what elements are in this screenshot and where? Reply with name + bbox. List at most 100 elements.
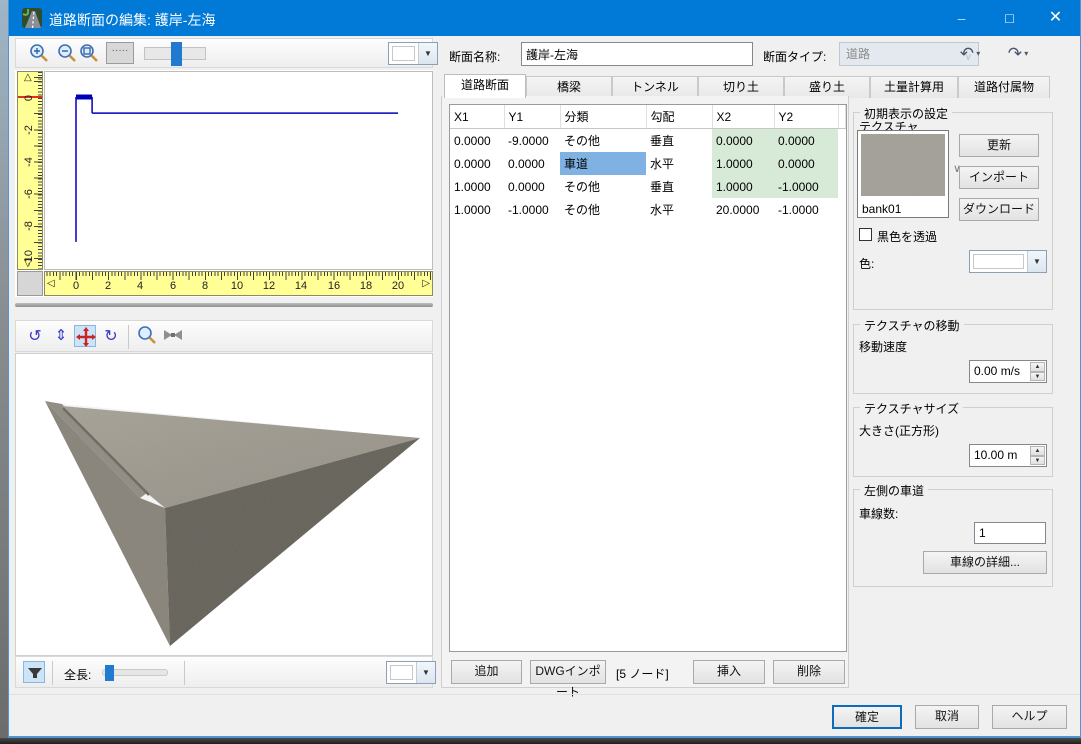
- tab-road-accessories[interactable]: 道路付属物: [958, 76, 1050, 98]
- zoom-out-button[interactable]: [56, 42, 78, 64]
- view3d-bg-color-combo[interactable]: ▼: [386, 661, 436, 684]
- spin-up-icon[interactable]: ▲: [1030, 446, 1045, 456]
- cell-y1[interactable]: -1.0000: [504, 198, 560, 221]
- undo-button[interactable]: ↶ ▾: [952, 42, 988, 66]
- pan-button[interactable]: [74, 325, 96, 347]
- cell-y1[interactable]: 0.0000: [504, 152, 560, 175]
- scroll-right-arrow-icon[interactable]: ▷: [422, 278, 430, 289]
- delete-button[interactable]: 削除: [773, 660, 845, 684]
- tab-bridge[interactable]: 橋梁: [526, 76, 612, 98]
- camera-view-button[interactable]: [162, 324, 184, 346]
- section-name-input[interactable]: [521, 42, 753, 66]
- add-button[interactable]: 追加: [451, 660, 522, 684]
- minimize-button[interactable]: –: [939, 0, 984, 36]
- cell-slope[interactable]: 垂直: [646, 175, 712, 198]
- insert-button[interactable]: 挿入: [693, 660, 765, 684]
- zoom-3d-button[interactable]: [136, 324, 158, 346]
- grid-dots-toggle[interactable]: ·····: [106, 42, 134, 64]
- cell-x1[interactable]: 1.0000: [450, 198, 504, 221]
- rotate-horizontal-button[interactable]: ↺: [24, 326, 46, 348]
- texture-preview-frame[interactable]: bank01: [857, 130, 949, 218]
- move-speed-spinner[interactable]: 0.00 m/s ▲▼: [969, 360, 1047, 383]
- tab-earthwork[interactable]: 土量計算用: [870, 76, 958, 98]
- length-slider-thumb[interactable]: [105, 665, 114, 681]
- funnel-view-button[interactable]: [23, 661, 45, 683]
- profile-2d-view[interactable]: △ 0 -2 -4 -6 -8 -10 ▽ ◁ 0 2 4 6 8 10 12 …: [15, 70, 433, 297]
- cell-class[interactable]: その他: [560, 198, 646, 221]
- tilt-vertical-button[interactable]: ⇕: [50, 326, 72, 348]
- cell-class[interactable]: その他: [560, 129, 646, 153]
- tab-fill[interactable]: 盛り土: [784, 76, 870, 98]
- cancel-button[interactable]: 取消: [915, 705, 979, 729]
- node-count-label: [5 ノード]: [616, 665, 669, 682]
- scroll-left-arrow-icon[interactable]: ◁: [47, 278, 55, 289]
- cell-class[interactable]: その他: [560, 175, 646, 198]
- spin-down-icon[interactable]: ▼: [1030, 456, 1045, 466]
- table-row[interactable]: 0.0000 -9.0000 その他 垂直 0.0000 0.0000: [450, 129, 846, 153]
- horizontal-ruler[interactable]: ◁ 0 2 4 6 8 10 12 14 16 18 20 ▷: [44, 271, 433, 296]
- ok-button[interactable]: 確定: [832, 705, 902, 729]
- vertical-ruler[interactable]: △ 0 -2 -4 -6 -8 -10 ▽: [17, 71, 43, 270]
- col-header-slope[interactable]: 勾配: [646, 105, 712, 129]
- transparent-black-checkbox[interactable]: [859, 228, 872, 241]
- model-3d-view[interactable]: [15, 353, 433, 656]
- cell-class-selected[interactable]: 車道: [560, 152, 646, 175]
- close-button[interactable]: ✕: [1033, 0, 1078, 36]
- cell-y1[interactable]: 0.0000: [504, 175, 560, 198]
- horizontal-splitter[interactable]: [15, 303, 433, 307]
- lane-count-input[interactable]: [974, 522, 1046, 544]
- tab-cut[interactable]: 切り土: [698, 76, 784, 98]
- profile-bg-color-combo[interactable]: ▼: [388, 42, 438, 65]
- lane-details-button[interactable]: 車線の詳細...: [923, 551, 1047, 574]
- cell-x2[interactable]: 20.0000: [712, 198, 774, 221]
- import-button[interactable]: インポート: [959, 166, 1039, 189]
- cell-y1[interactable]: -9.0000: [504, 129, 560, 153]
- cell-x2[interactable]: 1.0000: [712, 175, 774, 198]
- profile-chart-area[interactable]: [44, 71, 433, 270]
- zoom-extents-button[interactable]: [78, 42, 100, 64]
- scroll-up-arrow-icon[interactable]: △: [24, 72, 32, 83]
- maximize-button[interactable]: □: [987, 0, 1032, 36]
- segment-table[interactable]: X1 Y1 分類 勾配 X2 Y2 0.0000 -9.0000 その他 垂直 …: [449, 104, 847, 652]
- spin-down-icon[interactable]: ▼: [1030, 372, 1045, 382]
- scroll-down-arrow-icon[interactable]: ▽: [24, 258, 32, 269]
- update-button[interactable]: 更新: [959, 134, 1039, 157]
- dwg-import-button[interactable]: DWGインポート: [530, 660, 606, 684]
- length-slider-track[interactable]: [102, 669, 168, 676]
- cell-x2[interactable]: 1.0000: [712, 152, 774, 175]
- tab-tunnel[interactable]: トンネル: [612, 76, 698, 98]
- cell-slope[interactable]: 水平: [646, 198, 712, 221]
- col-header-y2[interactable]: Y2: [774, 105, 838, 129]
- col-header-x2[interactable]: X2: [712, 105, 774, 129]
- redo-dropdown-caret-icon[interactable]: ▾: [1022, 49, 1028, 58]
- undo-dropdown-caret-icon[interactable]: ▾: [974, 49, 980, 58]
- cell-y2[interactable]: -1.0000: [774, 175, 838, 198]
- cell-x1[interactable]: 0.0000: [450, 129, 504, 153]
- cell-y2[interactable]: -1.0000: [774, 198, 838, 221]
- cell-y2[interactable]: 0.0000: [774, 152, 838, 175]
- title-bar[interactable]: 道路断面の編集: 護岸-左海 – □ ✕: [9, 0, 1080, 36]
- profile-scale-slider-thumb[interactable]: [171, 42, 182, 66]
- free-rotate-button[interactable]: ↻: [100, 326, 122, 348]
- size-spinner[interactable]: 10.00 m ▲▼: [969, 444, 1047, 467]
- zoom-in-button[interactable]: [28, 42, 50, 64]
- col-header-class[interactable]: 分類: [560, 105, 646, 129]
- table-row[interactable]: 1.0000 0.0000 その他 垂直 1.0000 -1.0000: [450, 175, 846, 198]
- cell-x1[interactable]: 1.0000: [450, 175, 504, 198]
- help-button[interactable]: ヘルプ: [992, 705, 1067, 729]
- tab-road-section[interactable]: 道路断面: [444, 74, 526, 98]
- spin-up-icon[interactable]: ▲: [1030, 362, 1045, 372]
- cell-slope[interactable]: 垂直: [646, 129, 712, 153]
- profile-scale-slider-track[interactable]: [144, 47, 206, 60]
- table-row[interactable]: 0.0000 0.0000 車道 水平 1.0000 0.0000: [450, 152, 846, 175]
- cell-y2[interactable]: 0.0000: [774, 129, 838, 153]
- cell-x1[interactable]: 0.0000: [450, 152, 504, 175]
- color-combo[interactable]: ▼: [969, 250, 1047, 273]
- cell-x2[interactable]: 0.0000: [712, 129, 774, 153]
- col-header-x1[interactable]: X1: [450, 105, 504, 129]
- col-header-y1[interactable]: Y1: [504, 105, 560, 129]
- table-row[interactable]: 1.0000 -1.0000 その他 水平 20.0000 -1.0000: [450, 198, 846, 221]
- redo-button[interactable]: ↷ ▾: [1000, 42, 1036, 66]
- download-button[interactable]: ダウンロード: [959, 198, 1039, 221]
- cell-slope[interactable]: 水平: [646, 152, 712, 175]
